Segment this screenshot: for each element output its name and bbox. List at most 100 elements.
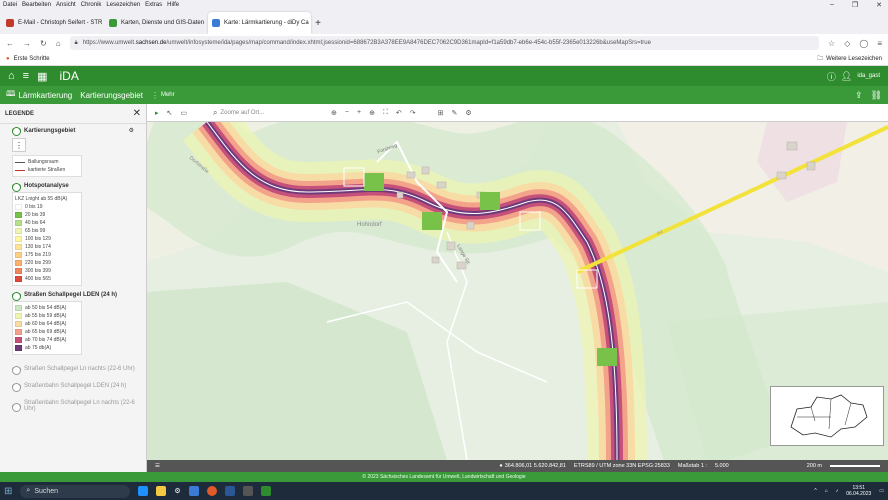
forward-icon[interactable]: → xyxy=(23,39,31,48)
settings-icon[interactable]: ⚙ xyxy=(465,109,471,117)
scale-value[interactable]: 5.000 xyxy=(715,463,729,469)
map-canvas[interactable]: Hohndorf Forstweg Lange Str. A4 Dorfstra… xyxy=(147,122,888,460)
legend-item: ab 60 bis 64 dB(A) xyxy=(15,320,79,328)
store-icon[interactable] xyxy=(188,486,199,496)
legend-title: LEGENDE xyxy=(5,110,35,117)
explorer-icon[interactable] xyxy=(156,486,167,496)
link-icon[interactable]: ⛓︎ xyxy=(871,90,882,101)
legend-swatch xyxy=(15,220,22,226)
share-icon[interactable]: ⇪ xyxy=(855,90,863,101)
app-menu-icon[interactable]: ≡ xyxy=(877,39,882,48)
zoom-out-icon[interactable]: − xyxy=(345,109,349,116)
layer-toggle[interactable] xyxy=(12,182,21,192)
copyright-bar: © 2023 Sächsisches Landesamt für Umwelt,… xyxy=(0,472,888,482)
minimize-button[interactable]: – xyxy=(830,1,834,9)
redo-icon[interactable]: ↷ xyxy=(410,109,416,117)
url-bar[interactable]: 🔒︎ https://www.umwelt. sachsen.de/umwelt/… xyxy=(69,36,820,50)
close-icon[interactable]: ✕ xyxy=(133,108,141,119)
network-icon[interactable]: ⌂ xyxy=(825,488,828,494)
crs-select[interactable]: ETRS89 / UTM zone 33N EPSG:25833 xyxy=(574,463,670,469)
outlook-icon[interactable] xyxy=(224,486,235,496)
draw-icon[interactable]: ✎ xyxy=(451,109,457,117)
bookmark-star-icon[interactable]: ☆ xyxy=(828,39,835,48)
grid-icon[interactable]: ▦ xyxy=(37,70,47,83)
taskbar-search[interactable]: ⌕ Suchen xyxy=(20,484,131,498)
measure-icon[interactable]: ▭ xyxy=(180,109,187,117)
restore-button[interactable]: ❐ xyxy=(852,1,858,9)
tab-laermkartierung[interactable]: Karte: Lärmkartierung - diDy Ca ✕ xyxy=(208,12,311,34)
search-input[interactable]: Zoome auf Ort... xyxy=(221,110,265,116)
legend-item: ab 70 bis 74 dB(A) xyxy=(15,336,79,344)
menu-icon[interactable]: ≡ xyxy=(23,70,29,82)
theme-laermkartierung[interactable]: Lärmkartierung xyxy=(18,91,72,100)
legend-item-label: ab 70 bis 74 dB(A) xyxy=(25,337,67,343)
bookmark-first-steps[interactable]: Erste Schritte xyxy=(14,56,50,62)
legend-item-label: 220 bis 299 xyxy=(25,260,51,266)
overview-map[interactable] xyxy=(770,386,884,446)
home-icon[interactable]: ⌂ xyxy=(8,70,15,82)
search-icon: ⌕ xyxy=(213,107,218,117)
layer-toggle[interactable] xyxy=(12,291,21,301)
locate-icon[interactable]: ⊕ xyxy=(331,109,337,117)
bookmark-more[interactable]: Weitere Lesezeichen xyxy=(826,56,882,62)
menu-extras[interactable]: Extras xyxy=(145,2,162,8)
volume-icon[interactable]: ♪ xyxy=(836,488,839,494)
firefox-icon[interactable] xyxy=(206,486,217,496)
search-box[interactable]: ⌕ Zoome auf Ort... xyxy=(213,108,323,118)
theme-kartierungsgebiet[interactable]: Kartierungsgebiet xyxy=(80,91,143,100)
site-icon xyxy=(109,19,117,27)
settings-icon[interactable]: ⚙ xyxy=(174,487,180,495)
legend-box: Ballungsraum kartierte Straßen xyxy=(12,155,82,177)
layer-toggle[interactable] xyxy=(12,365,21,375)
layer-toggle[interactable] xyxy=(12,127,21,136)
map-status-bar: ☰ ● 364.806,01 5.620.842,81 ETRS89 / UTM… xyxy=(147,460,888,472)
windows-start-icon[interactable]: ⊞ xyxy=(4,486,12,497)
fullscreen-icon[interactable]: ⛶ xyxy=(383,109,388,117)
more-button[interactable]: Mehr xyxy=(161,92,175,98)
home-icon[interactable]: ⌂ xyxy=(56,39,61,48)
legend-item: 0 bis 19 xyxy=(15,203,79,211)
new-tab-button[interactable]: + xyxy=(311,12,325,34)
undo-icon[interactable]: ↶ xyxy=(396,109,402,117)
legend-item-label: 0 bis 19 xyxy=(25,204,43,210)
tab-email[interactable]: E-Mail - Christoph Seifert - STR ✕ xyxy=(2,12,105,34)
menu-ansicht[interactable]: Ansicht xyxy=(56,2,76,8)
layer-toggle[interactable] xyxy=(12,382,21,392)
windows-taskbar: ⊞ ⌕ Suchen ⚙ ^ ⌂ ♪ 13:51 06.04.2023 ▭ xyxy=(0,482,888,500)
layer-toggle[interactable] xyxy=(12,402,21,412)
window-controls: – ❐ ✕ xyxy=(830,1,882,9)
clock[interactable]: 13:51 06.04.2023 xyxy=(846,485,871,497)
legend-swatch xyxy=(15,236,22,242)
notification-icon[interactable]: ▭ xyxy=(879,488,884,494)
account-icon[interactable]: ◯ xyxy=(859,39,868,48)
chevron-up-icon[interactable]: ^ xyxy=(814,488,816,494)
map-layers-icon[interactable]: ⊞ xyxy=(438,109,444,117)
zoom-in-icon[interactable]: + xyxy=(357,109,361,116)
menu-lesezeichen[interactable]: Lesezeichen xyxy=(106,2,140,8)
taskbar-search-label: Suchen xyxy=(34,487,59,495)
mail-icon xyxy=(6,19,14,27)
menu-chronik[interactable]: Chronik xyxy=(81,2,102,8)
user-area[interactable]: ⓘ 👤︎ ida_gast xyxy=(827,70,880,83)
back-icon[interactable]: ← xyxy=(6,39,14,48)
close-window-button[interactable]: ✕ xyxy=(876,1,882,9)
more-options-icon[interactable]: ⋮ xyxy=(12,138,26,152)
help-icon[interactable]: ⓘ xyxy=(827,70,836,83)
pocket-icon[interactable]: ◇ xyxy=(844,39,850,48)
app-icon[interactable] xyxy=(242,486,253,496)
reload-icon[interactable]: ↻ xyxy=(40,39,47,48)
app-icon[interactable] xyxy=(260,486,271,496)
legend-box: LKZ Lnight ab 55 dB(A) 0 bis 19 20 bis 3… xyxy=(12,192,82,286)
zoom-box-icon[interactable]: ⊕ xyxy=(369,109,375,117)
tab-karten[interactable]: Karten, Dienste und GIS-Daten ✕ xyxy=(105,12,208,34)
site-icon xyxy=(212,19,220,27)
menu-datei[interactable]: Datei xyxy=(3,2,17,8)
legend-swatch xyxy=(15,313,22,319)
menu-hilfe[interactable]: Hilfe xyxy=(167,2,179,8)
settings-icon[interactable]: ⚙ xyxy=(129,127,134,134)
list-icon[interactable]: ☰ xyxy=(155,463,160,469)
menu-bearbeiten[interactable]: Bearbeiten xyxy=(22,2,51,8)
pointer-icon[interactable]: ↖ xyxy=(167,109,173,117)
edge-icon[interactable] xyxy=(138,486,149,496)
select-icon[interactable]: ▸ xyxy=(155,109,159,117)
